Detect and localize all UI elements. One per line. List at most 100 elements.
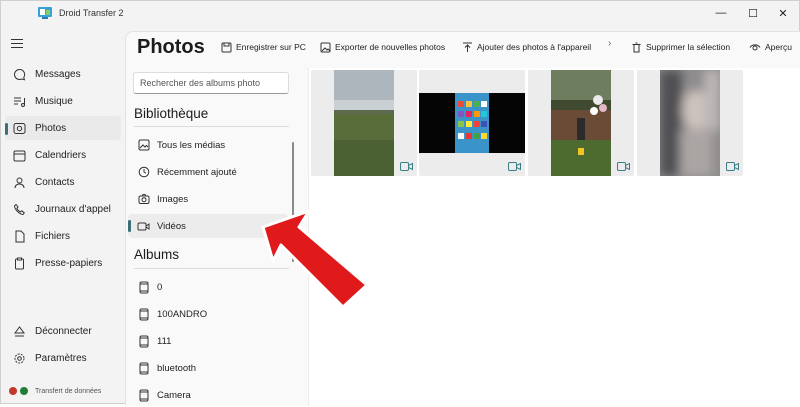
trash-icon (630, 41, 642, 53)
album-item[interactable]: Camera (128, 383, 288, 407)
save-to-pc-button[interactable]: Enregistrer sur PC (220, 40, 306, 54)
title-bar: Droid Transfer 2 — ☐ ✕ (1, 1, 799, 27)
nav-label: Musique (35, 95, 73, 107)
minimize-button[interactable]: — (705, 1, 737, 25)
connection-status: Transfert de données (9, 387, 101, 395)
nav-label: Calendriers (35, 149, 87, 161)
save-icon (220, 41, 232, 53)
phone-icon (12, 202, 26, 216)
clock-icon (137, 166, 150, 179)
image-icon (137, 139, 150, 152)
nav-label: Journaux d'appel (35, 203, 111, 215)
nav-item-contacts[interactable]: Contacts (5, 170, 121, 194)
photos-icon (12, 121, 26, 135)
album-item[interactable]: bluetooth (128, 356, 288, 380)
toolbar-label: Ajouter des photos à l'appareil (477, 42, 592, 52)
garden-image (551, 70, 611, 176)
toolbar-label: Aperçu (765, 42, 792, 52)
field-landscape-image (334, 70, 394, 176)
app-window: Droid Transfer 2 — ☐ ✕ Messages Musique … (0, 0, 800, 407)
video-icon (137, 220, 150, 233)
settings-button[interactable]: Paramètres (5, 346, 121, 370)
nav-item-fichiers[interactable]: Fichiers (5, 224, 121, 248)
album-label: Camera (157, 389, 191, 401)
page-title: Photos (137, 36, 205, 58)
add-to-device-button[interactable]: Ajouter des photos à l'appareil (461, 40, 591, 54)
delete-selection-button[interactable]: Supprimer la sélection (630, 40, 730, 54)
library-item-recent[interactable]: Récemment ajouté (128, 160, 288, 184)
library-item-all-media[interactable]: Tous les médias (128, 133, 288, 157)
upload-icon (461, 41, 473, 53)
video-badge-icon (617, 162, 630, 171)
close-button[interactable]: ✕ (767, 1, 799, 25)
window-title: Droid Transfer 2 (59, 8, 124, 18)
media-thumbnail[interactable] (528, 70, 634, 176)
video-badge-icon (508, 162, 521, 171)
app-logo-icon (38, 7, 52, 19)
albums-heading: Albums (134, 247, 180, 262)
content-area: Photos Enregistrer sur PC Exporter de no… (125, 31, 800, 407)
video-badge-icon (726, 162, 739, 171)
status-dot-red (9, 387, 17, 395)
status-dot-green (20, 387, 28, 395)
library-label: Vidéos (157, 220, 186, 232)
nav-item-journaux[interactable]: Journaux d'appel (5, 197, 121, 221)
phone-device-icon (137, 389, 150, 402)
maximize-button[interactable]: ☐ (737, 1, 769, 25)
album-label: 100ANDRO (157, 308, 208, 320)
calendar-icon (12, 148, 26, 162)
nav-item-calendriers[interactable]: Calendriers (5, 143, 121, 167)
album-label: bluetooth (157, 362, 197, 374)
nav-item-presse-papiers[interactable]: Presse-papiers (5, 251, 121, 275)
hamburger-menu-icon[interactable] (11, 39, 23, 51)
album-label: 111 (157, 335, 172, 347)
library-heading: Bibliothèque (134, 106, 209, 121)
main-navigation: Messages Musique Photos Calendriers Cont… (1, 27, 125, 403)
export-new-photos-button[interactable]: Exporter de nouvelles photos (319, 40, 445, 54)
gear-icon (12, 351, 26, 365)
music-icon (12, 94, 26, 108)
media-thumbnail[interactable] (419, 70, 525, 176)
phone-device-icon (137, 281, 150, 294)
message-icon (12, 67, 26, 81)
file-icon (12, 229, 26, 243)
album-search-input[interactable]: Rechercher des albums photo (133, 72, 289, 94)
nav-label: Messages (35, 68, 81, 80)
phone-device-icon (137, 308, 150, 321)
disconnect-button[interactable]: Déconnecter (5, 319, 121, 343)
active-indicator (128, 220, 131, 232)
divider (134, 126, 289, 127)
nav-item-musique[interactable]: Musique (5, 89, 121, 113)
toolbar-label: Supprimer la sélection (646, 42, 731, 52)
library-label: Images (157, 193, 189, 205)
preview-button[interactable]: Aperçu (749, 40, 792, 54)
album-item[interactable]: 111 (128, 329, 288, 353)
media-thumbnail[interactable] (311, 70, 417, 176)
nav-label: Presse-papiers (35, 257, 103, 269)
annotation-arrow-icon (261, 209, 369, 309)
album-label: 0 (157, 281, 163, 293)
toolbar-label: Enregistrer sur PC (236, 42, 306, 52)
phone-device-icon (137, 335, 150, 348)
media-gallery (308, 68, 800, 406)
camera-icon (137, 193, 150, 206)
chevron-right-icon[interactable]: › (608, 38, 611, 49)
nav-label: Fichiers (35, 230, 71, 242)
disconnect-icon (12, 324, 26, 338)
video-badge-icon (400, 162, 413, 171)
nav-item-messages[interactable]: Messages (5, 62, 121, 86)
status-text: Transfert de données (35, 387, 102, 395)
phone-recording-image (419, 93, 525, 153)
blurred-portrait-image (660, 70, 720, 176)
nav-item-photos[interactable]: Photos (5, 116, 121, 140)
toolbar-label: Exporter de nouvelles photos (335, 42, 446, 52)
library-label: Récemment ajouté (157, 166, 237, 178)
library-label: Tous les médias (157, 139, 226, 151)
image-export-icon (319, 41, 331, 53)
contacts-icon (12, 175, 26, 189)
eye-icon (749, 41, 761, 53)
active-indicator (5, 123, 8, 135)
nav-label: Paramètres (35, 352, 87, 364)
media-thumbnail[interactable] (637, 70, 743, 176)
nav-label: Contacts (35, 176, 75, 188)
